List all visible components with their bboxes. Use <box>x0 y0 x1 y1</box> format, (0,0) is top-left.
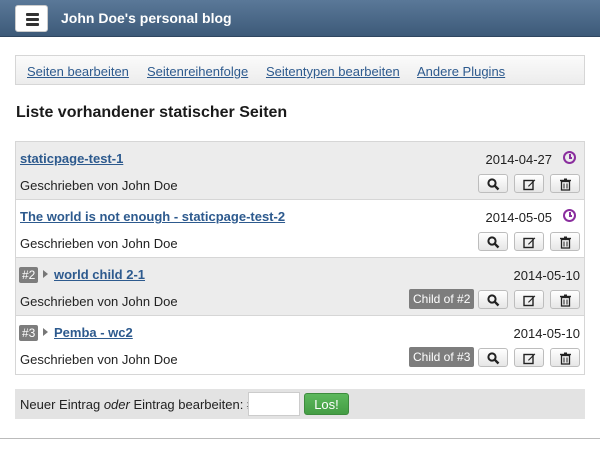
page-title-link[interactable]: world child 2-1 <box>54 267 145 282</box>
edit-button[interactable] <box>514 174 544 193</box>
new-entry-form: Neuer Eintrag oder Eintrag bearbeiten: #… <box>15 389 585 419</box>
page-title-link[interactable]: The world is not enough - staticpage-tes… <box>20 209 285 224</box>
page-date: 2014-05-10 <box>513 326 581 341</box>
list-item: #2 world child 2-1 2014-05-10 Geschriebe… <box>16 258 584 316</box>
edit-icon <box>523 295 536 307</box>
child-of-badge: Child of #2 <box>409 289 475 309</box>
delete-button[interactable] <box>550 232 580 251</box>
site-title[interactable]: John Doe's personal blog <box>61 10 232 26</box>
caret-right-icon <box>43 270 48 278</box>
delete-button[interactable] <box>550 290 580 309</box>
page-author: Geschrieben von John Doe <box>20 294 178 309</box>
view-button[interactable] <box>478 174 508 193</box>
edit-icon <box>523 353 536 365</box>
edit-button[interactable] <box>514 348 544 367</box>
magnifier-icon <box>487 352 500 365</box>
page-author: Geschrieben von John Doe <box>20 178 178 193</box>
footer-divider <box>0 438 600 439</box>
page-author: Geschrieben von John Doe <box>20 352 178 367</box>
list-item: #3 Pemba - wc2 2014-05-10 Geschrieben vo… <box>16 316 584 374</box>
list-item: staticpage-test-1 2014-04-27 Geschrieben… <box>16 142 584 200</box>
page-list: staticpage-test-1 2014-04-27 Geschrieben… <box>15 141 585 375</box>
page-title: Liste vorhandener statischer Seiten <box>16 104 288 121</box>
admin-nav: Seiten bearbeiten Seitenreihenfolge Seit… <box>15 55 585 85</box>
nav-link-page-order[interactable]: Seitenreihenfolge <box>147 64 248 79</box>
entry-id-input[interactable] <box>248 392 300 416</box>
magnifier-icon <box>487 294 500 307</box>
page-title-link[interactable]: Pemba - wc2 <box>54 325 133 340</box>
page-number-badge: #2 <box>19 267 39 283</box>
list-item: The world is not enough - staticpage-tes… <box>16 200 584 258</box>
trash-icon <box>560 178 571 191</box>
caret-right-icon <box>43 328 48 336</box>
clock-icon <box>563 151 576 164</box>
new-entry-label: Neuer Eintrag oder Eintrag bearbeiten: # <box>20 397 255 412</box>
trash-icon <box>560 352 571 365</box>
edit-button[interactable] <box>514 290 544 309</box>
clock-icon <box>563 209 576 222</box>
nav-link-other-plugins[interactable]: Andere Plugins <box>417 64 505 79</box>
edit-icon <box>523 179 536 191</box>
trash-icon <box>560 236 571 249</box>
delete-button[interactable] <box>550 348 580 367</box>
edit-icon <box>523 237 536 249</box>
page-date: 2014-05-05 <box>485 210 553 225</box>
magnifier-icon <box>487 178 500 191</box>
edit-button[interactable] <box>514 232 544 251</box>
page-author: Geschrieben von John Doe <box>20 236 178 251</box>
page-date: 2014-04-27 <box>485 152 553 167</box>
top-bar: John Doe's personal blog <box>0 0 600 37</box>
child-of-badge: Child of #3 <box>409 347 475 367</box>
trash-icon <box>560 294 571 307</box>
delete-button[interactable] <box>550 174 580 193</box>
go-button[interactable]: Los! <box>304 393 349 415</box>
nav-link-edit-pages[interactable]: Seiten bearbeiten <box>27 64 129 79</box>
view-button[interactable] <box>478 348 508 367</box>
view-button[interactable] <box>478 290 508 309</box>
page-date: 2014-05-10 <box>513 268 581 283</box>
magnifier-icon <box>487 236 500 249</box>
menu-button[interactable] <box>15 5 48 32</box>
nav-link-edit-page-types[interactable]: Seitentypen bearbeiten <box>266 64 400 79</box>
view-button[interactable] <box>478 232 508 251</box>
page-number-badge: #3 <box>19 325 39 341</box>
page-title-link[interactable]: staticpage-test-1 <box>20 151 123 166</box>
